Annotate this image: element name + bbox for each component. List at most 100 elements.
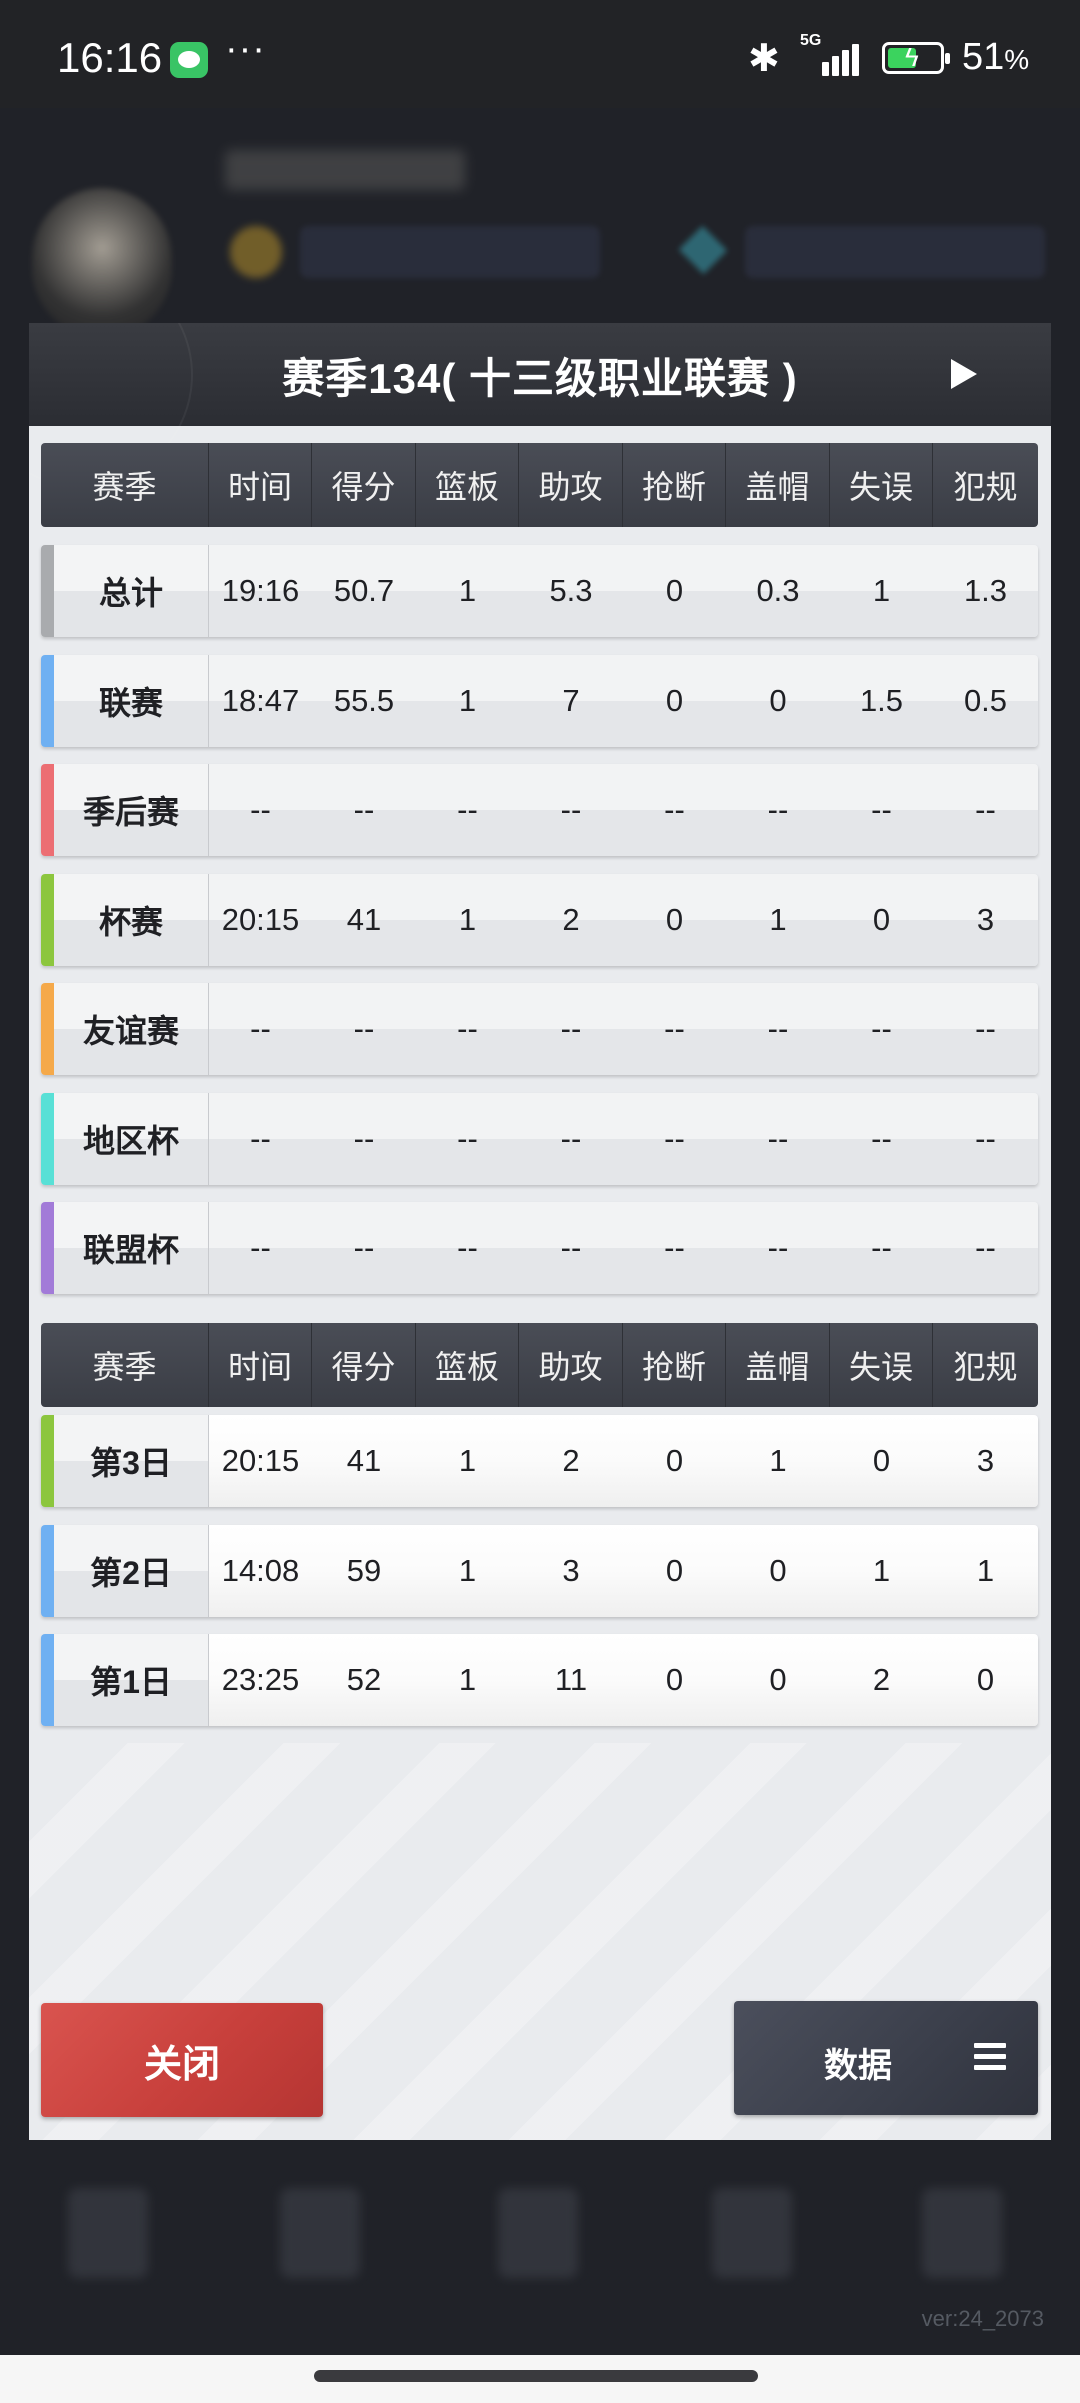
gem-balance-pill <box>745 226 1045 278</box>
column-header: 得分 <box>312 1323 416 1407</box>
stat-cell: 1 <box>830 545 933 637</box>
stat-cell: 0 <box>623 1415 726 1507</box>
column-header: 赛季 <box>41 1323 209 1407</box>
stat-cell: -- <box>933 983 1038 1075</box>
stat-cell: 0 <box>726 1524 830 1617</box>
column-header: 犯规 <box>953 1349 1018 1385</box>
close-button-label: 关闭 <box>143 2043 220 2086</box>
row-label: 联赛 <box>54 654 209 747</box>
row-color-stripe <box>41 873 54 966</box>
nav-home-icon <box>68 2188 148 2278</box>
stat-cell: 0 <box>830 1415 933 1507</box>
stat-cell: 1 <box>416 545 519 637</box>
stat-cell: 5.3 <box>519 545 623 637</box>
battery-percentage: 51% <box>962 36 1030 78</box>
row-label: 第2日 <box>54 1524 209 1617</box>
wechat-icon <box>170 42 208 78</box>
stat-cell: -- <box>830 764 933 856</box>
column-header: 得分 <box>312 443 416 527</box>
stat-cell: -- <box>830 983 933 1075</box>
data-button[interactable]: 数据 <box>734 2001 1038 2115</box>
stat-cell: -- <box>519 764 623 856</box>
stat-cell: -- <box>312 1092 416 1185</box>
column-header: 抢断 <box>623 1323 726 1407</box>
stat-cell: 1 <box>830 1524 933 1617</box>
row-label: 友谊赛 <box>54 983 209 1075</box>
stat-cell: -- <box>726 1092 830 1185</box>
stat-cell: 2 <box>519 873 623 966</box>
close-button[interactable]: 关闭 <box>41 2003 323 2117</box>
column-header: 盖帽 <box>726 1323 830 1407</box>
stat-cell: -- <box>519 983 623 1075</box>
stat-cell: -- <box>312 1202 416 1294</box>
stat-cell: -- <box>519 1092 623 1185</box>
column-header: 篮板 <box>416 443 519 527</box>
stat-cell: 1 <box>726 873 830 966</box>
stat-cell: 1 <box>416 654 519 747</box>
stat-cell: 50.7 <box>312 545 416 637</box>
stat-cell: -- <box>830 1202 933 1294</box>
nav-trophy-icon <box>712 2188 792 2278</box>
column-header: 助攻 <box>519 1323 623 1407</box>
column-header: 时间 <box>209 1323 312 1407</box>
table-row[interactable]: 第2日 14:08 59 1 3 0 0 1 1 <box>41 1524 1038 1617</box>
stat-cell: 0 <box>623 1524 726 1617</box>
stat-cell: -- <box>519 1202 623 1294</box>
stat-cell: -- <box>933 1202 1038 1294</box>
battery-icon: ϟ <box>882 42 950 74</box>
table-row[interactable]: 杯赛 20:15 41 1 2 0 1 0 3 <box>41 873 1038 966</box>
dialog-title: 赛季134( 十三级职业联赛 ) <box>282 355 798 402</box>
stat-cell: 1 <box>726 1415 830 1507</box>
stat-cell: 3 <box>933 873 1038 966</box>
row-label: 联盟杯 <box>54 1202 209 1294</box>
table-row[interactable]: 季后赛 -- -- -- -- -- -- -- -- <box>41 764 1038 856</box>
stat-cell: -- <box>209 1202 312 1294</box>
column-header: 抢断 <box>623 443 726 527</box>
stat-cell: 7 <box>519 654 623 747</box>
stat-cell: 0 <box>933 1634 1038 1726</box>
table-row[interactable]: 总计 19:16 50.7 1 5.3 0 0.3 1 1.3 <box>41 545 1038 637</box>
stat-cell: 18:47 <box>209 654 312 747</box>
table-row[interactable]: 地区杯 -- -- -- -- -- -- -- -- <box>41 1092 1038 1185</box>
row-color-stripe <box>41 654 54 747</box>
coin-icon <box>230 226 282 278</box>
stat-cell: -- <box>209 1092 312 1185</box>
stat-cell: 19:16 <box>209 545 312 637</box>
stat-cell: 1 <box>416 1415 519 1507</box>
stat-cell: -- <box>726 983 830 1075</box>
row-color-stripe <box>41 1415 54 1507</box>
table-row[interactable]: 友谊赛 -- -- -- -- -- -- -- -- <box>41 983 1038 1075</box>
table-row[interactable]: 第3日 20:15 41 1 2 0 1 0 3 <box>41 1415 1038 1507</box>
row-label: 季后赛 <box>54 764 209 856</box>
stat-cell: 0 <box>726 654 830 747</box>
stat-cell: 2 <box>830 1634 933 1726</box>
data-button-label: 数据 <box>824 2047 892 2085</box>
coin-balance-pill <box>300 226 600 278</box>
table-row[interactable]: 联赛 18:47 55.5 1 7 0 0 1.5 0.5 <box>41 654 1038 747</box>
stat-cell: 1.3 <box>933 545 1038 637</box>
column-header: 时间 <box>209 443 312 527</box>
table-row[interactable]: 联盟杯 -- -- -- -- -- -- -- -- <box>41 1202 1038 1294</box>
row-label: 第3日 <box>54 1415 209 1507</box>
stat-cell: 2 <box>519 1415 623 1507</box>
row-color-stripe <box>41 1634 54 1726</box>
table-header-row: 赛季 时间 得分 篮板 助攻 抢断 盖帽 失误 犯规 <box>41 443 1038 527</box>
table-header-row: 赛季 时间 得分 篮板 助攻 抢断 盖帽 失误 犯规 <box>41 1323 1038 1407</box>
stat-cell: -- <box>416 764 519 856</box>
status-bar: 16:16 ··· ✱ 5G ϟ 51% <box>0 0 1080 108</box>
row-label: 地区杯 <box>54 1092 209 1185</box>
network-type: 5G <box>800 32 822 49</box>
column-header: 失误 <box>830 443 933 527</box>
column-header: 篮板 <box>416 1323 519 1407</box>
row-color-stripe <box>41 1202 54 1294</box>
stat-cell: -- <box>726 1202 830 1294</box>
player-avatar <box>32 188 172 338</box>
row-color-stripe <box>41 545 54 637</box>
stat-cell: -- <box>830 1092 933 1185</box>
stat-cell: 1.5 <box>830 654 933 747</box>
column-header: 助攻 <box>519 443 623 527</box>
home-indicator[interactable] <box>314 2370 758 2382</box>
row-color-stripe <box>41 1092 54 1185</box>
table-row[interactable]: 第1日 23:25 52 1 11 0 0 2 0 <box>41 1634 1038 1726</box>
play-icon[interactable] <box>951 359 977 389</box>
